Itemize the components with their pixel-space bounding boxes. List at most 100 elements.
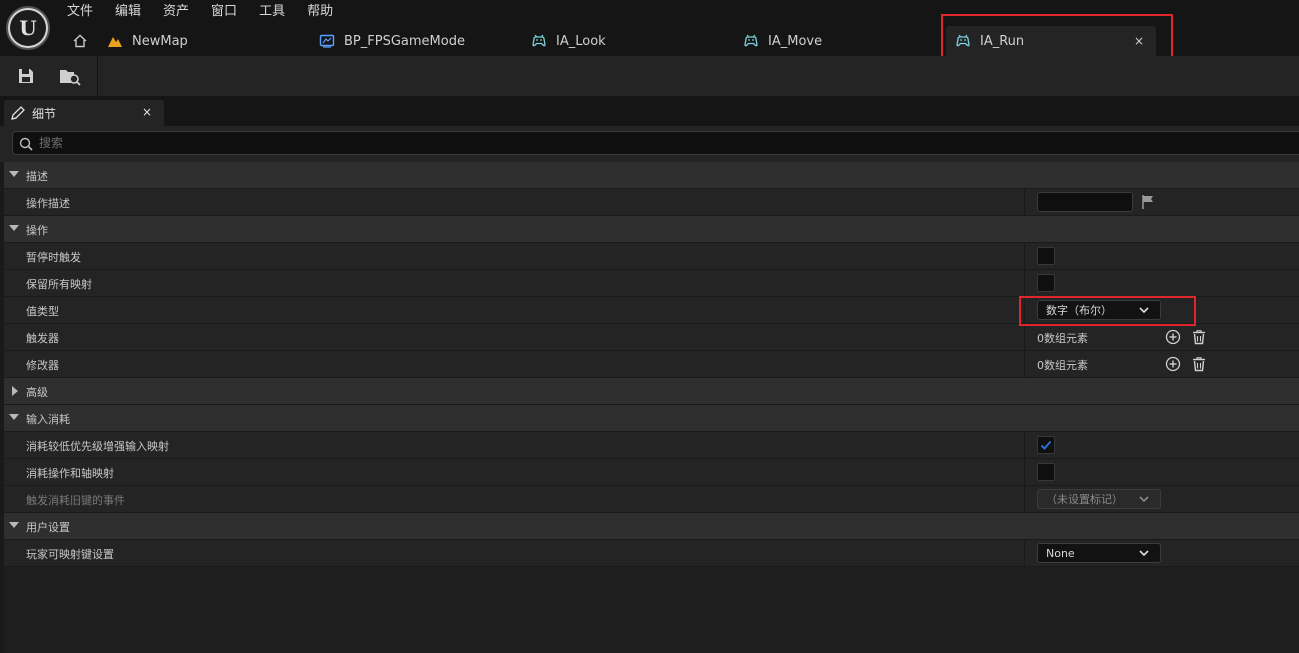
- menu-edit[interactable]: 编辑: [104, 0, 152, 24]
- unreal-logo-mark: U: [10, 10, 46, 46]
- tab-label: IA_Look: [556, 33, 606, 49]
- property-row-modifiers: 修改器 0数组元素: [4, 351, 1299, 378]
- search-input[interactable]: [39, 136, 1299, 150]
- category-label: 描述: [26, 170, 48, 183]
- add-element-icon[interactable]: [1164, 328, 1182, 346]
- consume-lower-priority-checkbox[interactable]: [1037, 436, 1055, 454]
- home-icon[interactable]: [72, 26, 88, 56]
- menu-tools[interactable]: 工具: [248, 0, 296, 24]
- action-description-input[interactable]: [1037, 192, 1133, 212]
- category-label: 操作: [26, 224, 48, 237]
- property-label: 消耗较低优先级增强输入映射: [26, 440, 169, 453]
- details-tab-label: 细节: [32, 106, 57, 121]
- trash-icon[interactable]: [1190, 328, 1208, 346]
- category-user-settings[interactable]: 用户设置: [4, 513, 1299, 540]
- level-icon: [106, 32, 124, 50]
- category-advanced[interactable]: 高级: [4, 378, 1299, 405]
- column-divider: [1024, 486, 1025, 513]
- column-divider: [1024, 351, 1025, 378]
- trigger-when-paused-checkbox[interactable]: [1037, 247, 1055, 265]
- property-row-player-mappable-key: 玩家可映射键设置 None: [4, 540, 1299, 567]
- dropdown-value: （未设置标记）: [1046, 493, 1123, 506]
- expand-arrow-icon: [12, 386, 18, 396]
- array-count: 0数组元素: [1037, 359, 1088, 372]
- property-row-consume-lower-priority: 消耗较低优先级增强输入映射: [4, 432, 1299, 459]
- array-count: 0数组元素: [1037, 332, 1088, 345]
- player-mappable-key-dropdown[interactable]: None: [1037, 543, 1161, 563]
- consume-action-axis-checkbox[interactable]: [1037, 463, 1055, 481]
- property-label: 保留所有映射: [26, 278, 92, 291]
- details-icon: [10, 105, 26, 121]
- property-row-action-description: 操作描述: [4, 189, 1299, 216]
- property-row-triggers: 触发器 0数组元素: [4, 324, 1299, 351]
- checkmark-icon: [1040, 440, 1052, 450]
- column-divider: [1024, 459, 1025, 486]
- chevron-down-icon: [1138, 493, 1150, 508]
- column-divider: [1024, 270, 1025, 297]
- document-tabs: NewMap BP_FPSGameMode IA_Look IA_Move IA…: [56, 26, 1299, 56]
- search-row: [0, 126, 1299, 162]
- property-row-trigger-when-paused: 暂停时触发: [4, 243, 1299, 270]
- category-description[interactable]: 描述: [4, 162, 1299, 189]
- tab-ia-run[interactable]: IA_Run ×: [946, 26, 1156, 56]
- close-details-icon[interactable]: ×: [142, 105, 152, 119]
- chevron-down-icon: [1138, 304, 1150, 319]
- collapse-arrow-icon: [9, 522, 19, 528]
- tab-ia-move[interactable]: IA_Move: [742, 26, 822, 56]
- property-label: 玩家可映射键设置: [26, 548, 114, 561]
- add-element-icon[interactable]: [1164, 355, 1182, 373]
- reserve-all-mappings-checkbox[interactable]: [1037, 274, 1055, 292]
- unreal-logo[interactable]: U: [6, 6, 50, 50]
- tab-ia-look[interactable]: IA_Look: [530, 26, 606, 56]
- category-label: 输入消耗: [26, 413, 70, 426]
- dropdown-value: 数字（布尔）: [1046, 304, 1112, 317]
- category-input-consumption[interactable]: 输入消耗: [4, 405, 1299, 432]
- input-action-icon: [530, 32, 548, 50]
- trigger-events-dropdown: （未设置标记）: [1037, 489, 1161, 509]
- tab-newmap[interactable]: NewMap: [106, 26, 188, 56]
- chevron-down-icon: [1138, 547, 1150, 562]
- menu-file[interactable]: 文件: [56, 0, 104, 24]
- property-label: 消耗操作和轴映射: [26, 467, 114, 480]
- tab-label: BP_FPSGameMode: [344, 33, 465, 49]
- property-label: 修改器: [26, 359, 59, 372]
- input-action-icon: [742, 32, 760, 50]
- column-divider: [1024, 297, 1025, 324]
- search-icon: [19, 137, 33, 154]
- property-grid: 描述 操作描述 操作 暂停时触发 保留所有映射 值类型 数字（布尔） 触发器 0…: [4, 162, 1299, 567]
- tab-bp-fpsgamemode[interactable]: BP_FPSGameMode: [318, 26, 465, 56]
- collapse-arrow-icon: [9, 225, 19, 231]
- column-divider: [1024, 324, 1025, 351]
- menu-asset[interactable]: 资产: [152, 0, 200, 24]
- property-row-trigger-events-consume: 触发消耗旧键的事件 （未设置标记）: [4, 486, 1299, 513]
- localization-flag-icon[interactable]: [1141, 194, 1155, 213]
- search-box: [12, 131, 1299, 155]
- tab-label: IA_Move: [768, 33, 823, 49]
- tab-label: NewMap: [132, 33, 188, 49]
- dropdown-value: None: [1046, 546, 1075, 560]
- property-label: 值类型: [26, 305, 59, 318]
- save-icon[interactable]: [13, 64, 39, 88]
- menu-help[interactable]: 帮助: [296, 0, 344, 24]
- value-type-dropdown[interactable]: 数字（布尔）: [1037, 300, 1161, 320]
- close-tab-icon[interactable]: ×: [1134, 34, 1144, 48]
- property-row-reserve-all-mappings: 保留所有映射: [4, 270, 1299, 297]
- menu-bar: 文件 编辑 资产 窗口 工具 帮助: [56, 0, 344, 24]
- toolbar-separator: [97, 56, 98, 96]
- menu-window[interactable]: 窗口: [200, 0, 248, 24]
- category-label: 高级: [26, 386, 48, 399]
- property-label: 操作描述: [26, 197, 70, 210]
- property-label: 暂停时触发: [26, 251, 81, 264]
- browse-asset-icon[interactable]: [57, 64, 83, 88]
- column-divider: [1024, 189, 1025, 216]
- column-divider: [1024, 540, 1025, 567]
- property-row-value-type: 值类型 数字（布尔）: [4, 297, 1299, 324]
- category-action[interactable]: 操作: [4, 216, 1299, 243]
- panel-empty-area: [4, 567, 1299, 653]
- collapse-arrow-icon: [9, 414, 19, 420]
- column-divider: [1024, 432, 1025, 459]
- trash-icon[interactable]: [1190, 355, 1208, 373]
- collapse-arrow-icon: [9, 171, 19, 177]
- property-row-consume-action-axis: 消耗操作和轴映射: [4, 459, 1299, 486]
- details-tab[interactable]: 细节 ×: [4, 100, 164, 126]
